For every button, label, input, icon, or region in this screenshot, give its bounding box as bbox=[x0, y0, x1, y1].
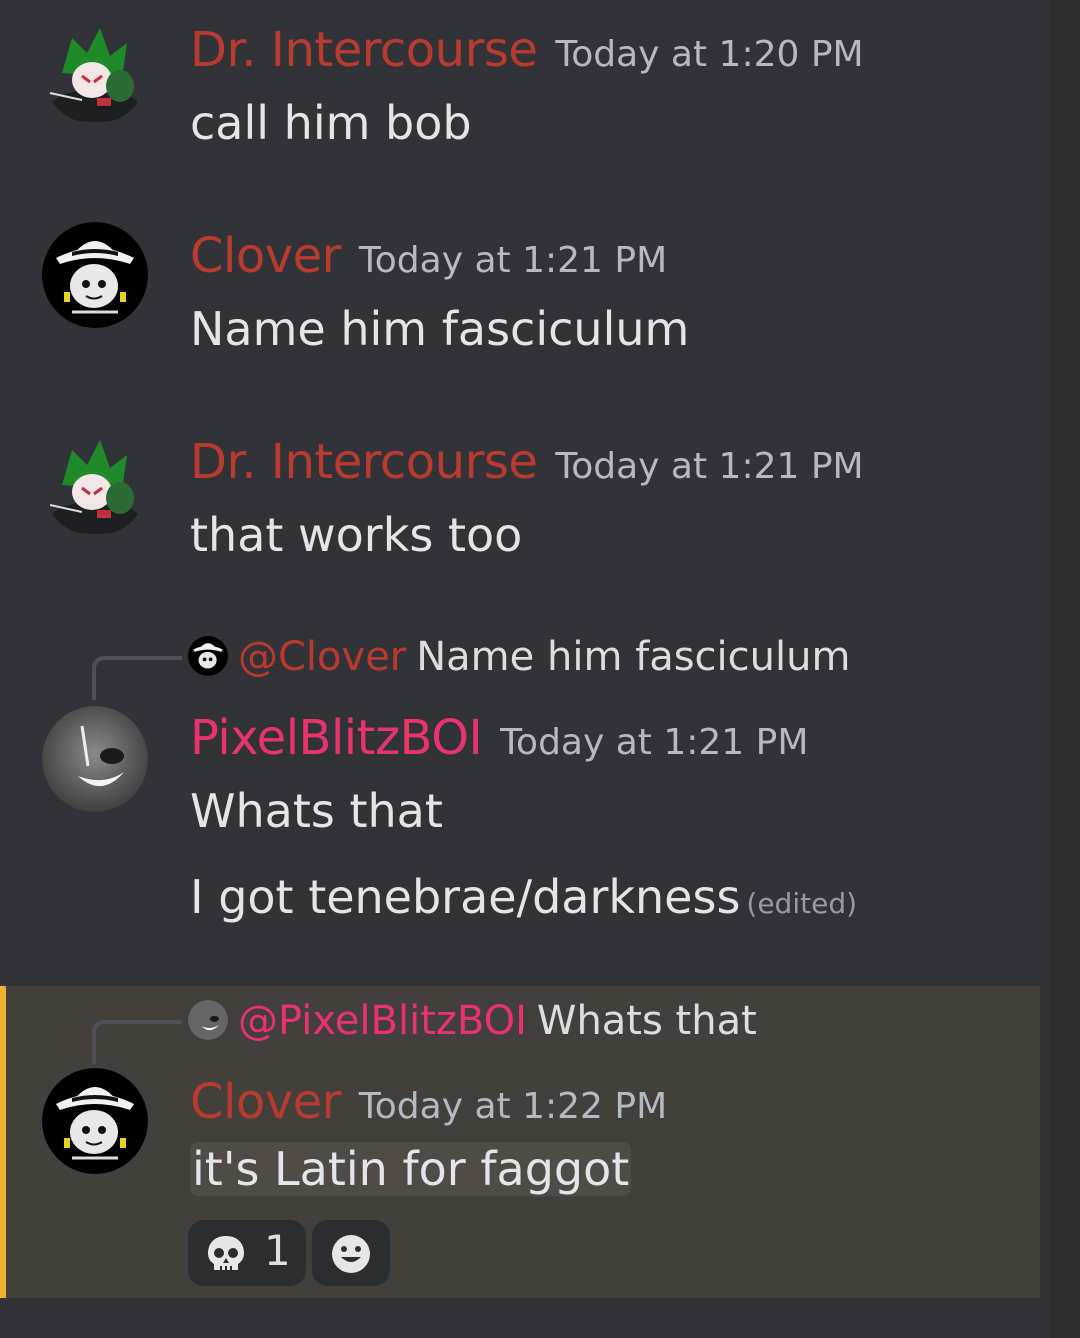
reaction-skull[interactable]: 1 bbox=[188, 1220, 306, 1286]
message-text: Name him fasciculum bbox=[190, 302, 690, 356]
message[interactable]: Clover Today at 1:21 PM Name him fascicul… bbox=[0, 206, 1050, 406]
reply-preview[interactable]: @Clover Name him fasciculum bbox=[188, 634, 850, 680]
grey-grin-avatar-icon bbox=[42, 706, 148, 812]
scrollbar-gutter[interactable] bbox=[1050, 0, 1080, 1338]
white-hat-avatar-icon bbox=[42, 222, 148, 328]
reply-preview[interactable]: @PixelBlitzBOI Whats that bbox=[188, 998, 757, 1044]
message-text: call him bob bbox=[190, 96, 472, 150]
white-hat-avatar-icon bbox=[188, 636, 228, 676]
reply-avatar bbox=[188, 1000, 228, 1040]
message-text: that works too bbox=[190, 508, 523, 562]
author-name[interactable]: Dr. Intercourse bbox=[190, 22, 538, 78]
message[interactable]: Dr. Intercourse Today at 1:21 PM that wor… bbox=[0, 412, 1050, 612]
reply-text: Name him fasciculum bbox=[416, 634, 851, 680]
reply-text: Whats that bbox=[536, 998, 757, 1044]
author-name[interactable]: PixelBlitzBOI bbox=[190, 710, 483, 766]
timestamp: Today at 1:20 PM bbox=[555, 34, 864, 75]
reply-spine bbox=[92, 656, 182, 700]
message-line: I got tenebrae/darkness bbox=[190, 870, 741, 924]
author-name[interactable]: Clover bbox=[190, 228, 341, 284]
add-reaction-icon bbox=[330, 1233, 372, 1279]
avatar[interactable] bbox=[42, 706, 148, 812]
reply-mention[interactable]: @Clover bbox=[238, 634, 406, 680]
selected-message-text: it's Latin for faggot bbox=[190, 1142, 632, 1196]
avatar[interactable] bbox=[42, 1068, 148, 1174]
reply-avatar bbox=[188, 636, 228, 676]
green-hair-avatar-icon bbox=[42, 18, 148, 124]
avatar[interactable] bbox=[42, 430, 148, 536]
message[interactable]: Dr. Intercourse Today at 1:20 PM call him… bbox=[0, 0, 1050, 200]
message-text: it's Latin for faggot bbox=[190, 1142, 632, 1196]
edited-tag: (edited) bbox=[746, 887, 858, 920]
green-hair-avatar-icon bbox=[42, 430, 148, 536]
message[interactable]: @Clover Name him fasciculum PixelBlitzBOI… bbox=[0, 618, 1050, 978]
message-text: Whats that bbox=[190, 784, 443, 838]
timestamp: Today at 1:22 PM bbox=[358, 1086, 668, 1127]
add-reaction-button[interactable] bbox=[312, 1220, 390, 1286]
author-name[interactable]: Clover bbox=[190, 1074, 341, 1130]
message-text: I got tenebrae/darkness (edited) bbox=[190, 870, 857, 924]
white-hat-avatar-icon bbox=[42, 1068, 148, 1174]
timestamp: Today at 1:21 PM bbox=[500, 722, 809, 763]
skull-icon bbox=[204, 1232, 248, 1280]
author-name[interactable]: Dr. Intercourse bbox=[190, 434, 538, 490]
timestamp: Today at 1:21 PM bbox=[555, 446, 864, 487]
reply-mention[interactable]: @PixelBlitzBOI bbox=[238, 998, 527, 1044]
avatar[interactable] bbox=[42, 18, 148, 124]
avatar[interactable] bbox=[42, 222, 148, 328]
timestamp: Today at 1:21 PM bbox=[358, 240, 668, 281]
reaction-bar: 1 bbox=[188, 1220, 396, 1286]
reply-spine bbox=[92, 1020, 182, 1064]
grey-grin-avatar-icon bbox=[188, 1000, 228, 1040]
message[interactable]: @PixelBlitzBOI Whats that Clover Today at … bbox=[0, 986, 1050, 1298]
reaction-count: 1 bbox=[264, 1226, 291, 1275]
